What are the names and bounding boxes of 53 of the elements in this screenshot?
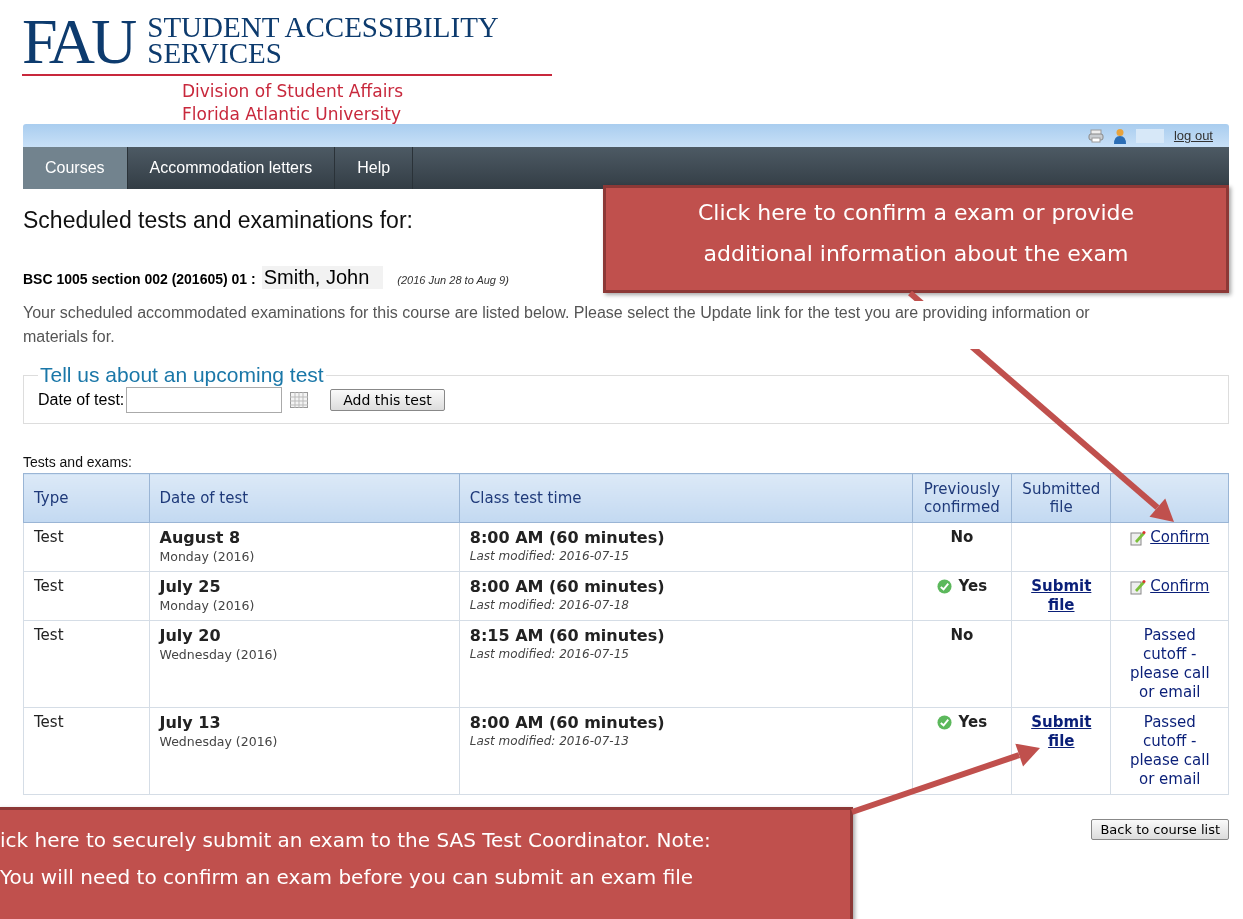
confirm-link[interactable]: Confirm (1150, 577, 1210, 596)
test-weekday: Monday (2016) (159, 597, 256, 615)
back-button[interactable]: Back to course list (1091, 819, 1229, 840)
add-test-button[interactable]: Add this test (330, 389, 445, 411)
confirmed-status: No (950, 626, 974, 645)
column-header: Type (23, 473, 149, 523)
test-time: 8:15 AM (60 minutes) (469, 626, 666, 645)
cutoff-note: Passed cutoff - please call or email (1128, 713, 1211, 789)
test-weekday: Wednesday (2016) (159, 646, 279, 664)
column-header: Submitted file (1011, 473, 1111, 523)
confirmed-status: Yes (958, 577, 988, 596)
type-cell: Test (23, 571, 149, 621)
last-modified: Last modified: 2016-07-18 (469, 597, 630, 614)
logo: FAU (22, 14, 134, 70)
course-dates: (2016 Jun 28 to Aug 9) (397, 274, 509, 286)
subtitle: Florida Atlantic University (182, 103, 402, 126)
column-header: Previously confirmed (912, 473, 1012, 523)
type-cell: Test (23, 522, 149, 572)
site-title: STUDENT ACCESSIBILITY (147, 14, 499, 40)
test-weekday: Monday (2016) (159, 548, 256, 566)
subtitle: Division of Student Affairs (182, 80, 404, 103)
table-caption: Tests and exams: (23, 454, 133, 470)
nav-tab[interactable]: Accommodation letters (127, 147, 336, 189)
nav-tab[interactable]: Help (335, 147, 414, 189)
page-heading: Scheduled tests and examinations for: (23, 207, 413, 234)
last-modified: Last modified: 2016-07-13 (469, 733, 630, 750)
cutoff-note: Passed cutoff - please call or email (1128, 626, 1211, 702)
test-date: July 20 (159, 626, 222, 645)
course-code: BSC 1005 section 002 (201605) 01 : (23, 271, 256, 287)
test-date: July 13 (159, 713, 222, 732)
callout-text: ick here to securely submit an exam to the SAS Test Coordinator. Note: You will need to confirm an exam before you can submit an exam file (0, 827, 712, 891)
form-legend: Tell us about an upcoming test (38, 363, 326, 387)
test-weekday: Wednesday (2016) (159, 733, 279, 751)
type-cell: Test (23, 620, 149, 708)
test-date: July 25 (159, 577, 222, 596)
test-time: 8:00 AM (60 minutes) (469, 577, 666, 596)
test-time: 8:00 AM (60 minutes) (469, 713, 666, 732)
test-time: 8:00 AM (60 minutes) (469, 528, 666, 547)
last-modified: Last modified: 2016-07-15 (469, 548, 630, 565)
column-header: Class test time (459, 473, 913, 523)
last-modified: Last modified: 2016-07-15 (469, 646, 630, 663)
test-date: August 8 (159, 528, 241, 547)
type-cell: Test (23, 707, 149, 795)
site-title: SERVICES (147, 40, 283, 66)
date-label: Date of test: (38, 391, 125, 409)
confirm-link[interactable]: Confirm (1150, 528, 1210, 547)
confirmed-status: No (950, 528, 974, 547)
callout-text: Click here to confirm a exam or provide additional information about the exam (696, 199, 1136, 268)
column-header: Date of test (149, 473, 460, 523)
logout-link[interactable]: log out (1173, 128, 1213, 143)
student-name: Smith, John (261, 266, 384, 289)
nav-tab[interactable]: Courses (23, 147, 128, 189)
confirmed-status: Yes (958, 713, 988, 732)
